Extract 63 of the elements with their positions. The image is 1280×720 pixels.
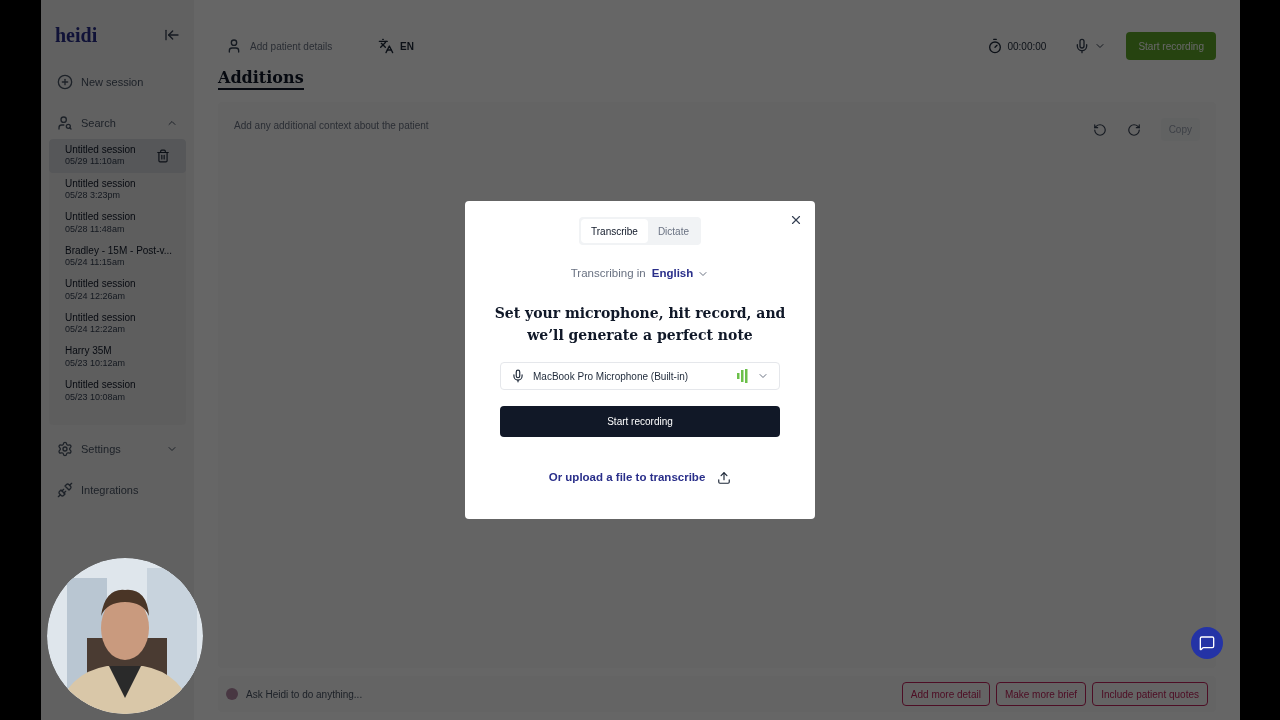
session-time: 05/24 12:22am [65, 324, 127, 336]
plus-icon [57, 74, 73, 91]
session-item[interactable]: Bradley - 15M - Post-v... 05/24 11:15am [49, 239, 186, 274]
session-time: 05/28 3:23pm [65, 190, 122, 202]
settings-toggle[interactable]: Settings [49, 437, 186, 462]
session-item[interactable]: Untitled session 05/28 3:23pm [49, 172, 186, 207]
microphone-select[interactable]: MacBook Pro Microphone (Built-in) [500, 362, 780, 391]
language-dropdown[interactable]: English [651, 265, 710, 283]
audio-level-icon [737, 369, 749, 384]
suggestion-button[interactable]: Include patient quotes [1092, 682, 1208, 706]
session-time: 05/23 10:12am [65, 358, 126, 370]
search-toggle[interactable]: Search [49, 110, 186, 135]
language-label: Transcribing in [570, 266, 646, 281]
session-time: 05/29 11:10am [65, 156, 126, 168]
session-title: Untitled session [65, 211, 136, 224]
mode-tab[interactable]: Dictate [647, 219, 699, 243]
microphone-icon [511, 369, 525, 384]
patient-details-field[interactable]: Add patient details [218, 32, 358, 60]
settings-icon [57, 441, 73, 458]
language-button[interactable]: EN [370, 32, 422, 60]
start-recording-button[interactable]: Start recording [1126, 32, 1216, 60]
timer: 00:00:00 [1007, 39, 1047, 54]
plug-icon [57, 481, 73, 498]
session-title: Untitled session [65, 177, 136, 190]
ask-field[interactable]: Ask Heidi to do anything... [246, 686, 363, 702]
session-time: 05/24 12:26am [65, 290, 127, 303]
session-title: Untitled session [65, 379, 136, 392]
user-search-icon [57, 114, 73, 131]
delete-icon[interactable] [156, 148, 170, 163]
session-title: Untitled session [65, 311, 136, 325]
session-time: 05/24 11:15am [65, 257, 126, 269]
session-item[interactable]: Harry 35M 05/23 10:12am [49, 340, 186, 375]
redo-icon[interactable] [1126, 122, 1141, 137]
session-item[interactable]: Untitled session 05/23 10:08am [49, 374, 186, 408]
upload-icon [717, 470, 732, 485]
undo-icon[interactable] [1092, 122, 1107, 137]
session-title: Untitled session [65, 278, 136, 291]
session-title: Bradley - 15M - Post-v... [65, 244, 170, 258]
suggestion-button[interactable]: Add more detail [901, 682, 990, 706]
mode-tab[interactable]: Transcribe [581, 219, 648, 243]
session-time: 05/28 11:48am [65, 223, 126, 235]
translate-icon [378, 38, 394, 54]
session-time: 05/23 10:08am [65, 391, 127, 403]
integrations-link[interactable]: Integrations [49, 477, 186, 502]
new-session-button[interactable]: New session [49, 70, 186, 95]
upload-link[interactable]: Or upload a file to transcribe [548, 469, 732, 487]
dialog-heading: Set your microphone, hit record, and we’ll generate a perfect note [493, 304, 787, 346]
logo[interactable]: heidi [55, 20, 98, 50]
collapse-sidebar-icon[interactable] [164, 27, 180, 43]
session-item[interactable]: Untitled session 05/29 11:10am [49, 139, 186, 173]
close-icon[interactable] [789, 213, 803, 227]
session-title: Untitled session [65, 143, 136, 157]
session-item[interactable]: Untitled session 05/24 12:22am [49, 306, 186, 341]
session-title: Harry 35M [65, 345, 113, 358]
page-title: Additions [218, 68, 304, 90]
person-icon [226, 38, 242, 54]
timer-icon [987, 38, 1004, 54]
start-recording-button[interactable]: Start recording [500, 406, 780, 438]
session-item[interactable]: Untitled session 05/24 12:26am [49, 273, 186, 307]
heidi-avatar-icon [226, 688, 238, 700]
suggestion-button[interactable]: Make more brief [995, 682, 1087, 706]
chat-icon [1199, 635, 1215, 651]
session-item[interactable]: Untitled session 05/28 11:48am [49, 206, 186, 240]
